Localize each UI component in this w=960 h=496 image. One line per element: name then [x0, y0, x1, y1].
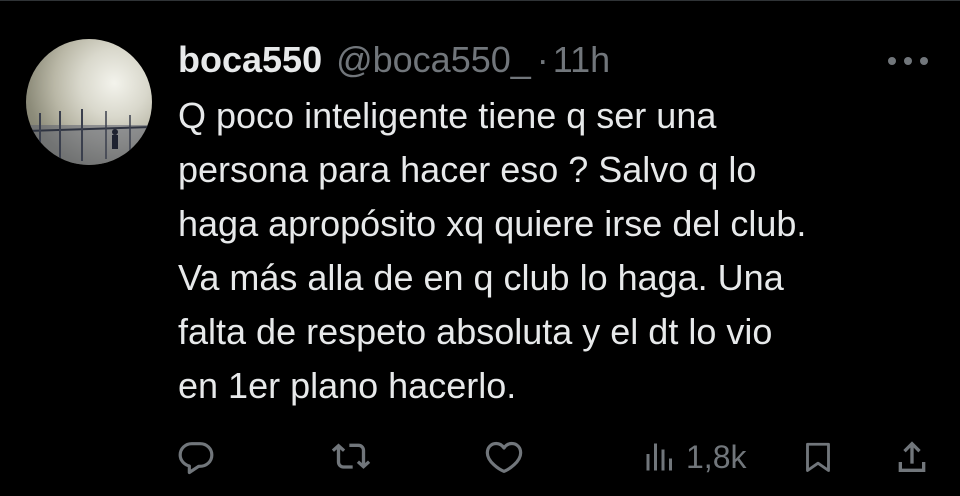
views-button[interactable]: 1,8k — [642, 431, 746, 483]
tweet-text: Q poco inteligente tiene q ser una perso… — [178, 95, 807, 406]
like-icon — [485, 441, 523, 473]
more-horizontal-icon — [888, 57, 928, 65]
avatar[interactable] — [26, 39, 152, 165]
views-icon — [646, 443, 672, 471]
separator-dot: · — [536, 39, 549, 80]
tweet-actions: 1,8k — [0, 431, 960, 483]
views-count: 1,8k — [686, 438, 747, 475]
share-button[interactable] — [892, 431, 932, 483]
tweet-header: boca550 @boca550_ · 11h — [178, 35, 610, 85]
more-options-button[interactable] — [884, 45, 932, 77]
tweet: boca550 @boca550_ · 11h Q poco inteligen… — [0, 0, 960, 496]
reply-icon — [178, 442, 214, 475]
retweet-icon — [331, 443, 371, 469]
retweet-button[interactable] — [330, 431, 372, 483]
avatar-photo — [26, 109, 152, 165]
user-handle[interactable]: @boca550_ — [336, 39, 531, 81]
bookmark-button[interactable] — [800, 431, 836, 483]
timestamp[interactable]: 11h — [553, 39, 610, 81]
display-name[interactable]: boca550 — [178, 39, 322, 81]
share-icon — [898, 441, 926, 472]
like-button[interactable] — [484, 431, 524, 483]
bookmark-icon — [806, 442, 830, 472]
reply-button[interactable] — [176, 431, 216, 483]
